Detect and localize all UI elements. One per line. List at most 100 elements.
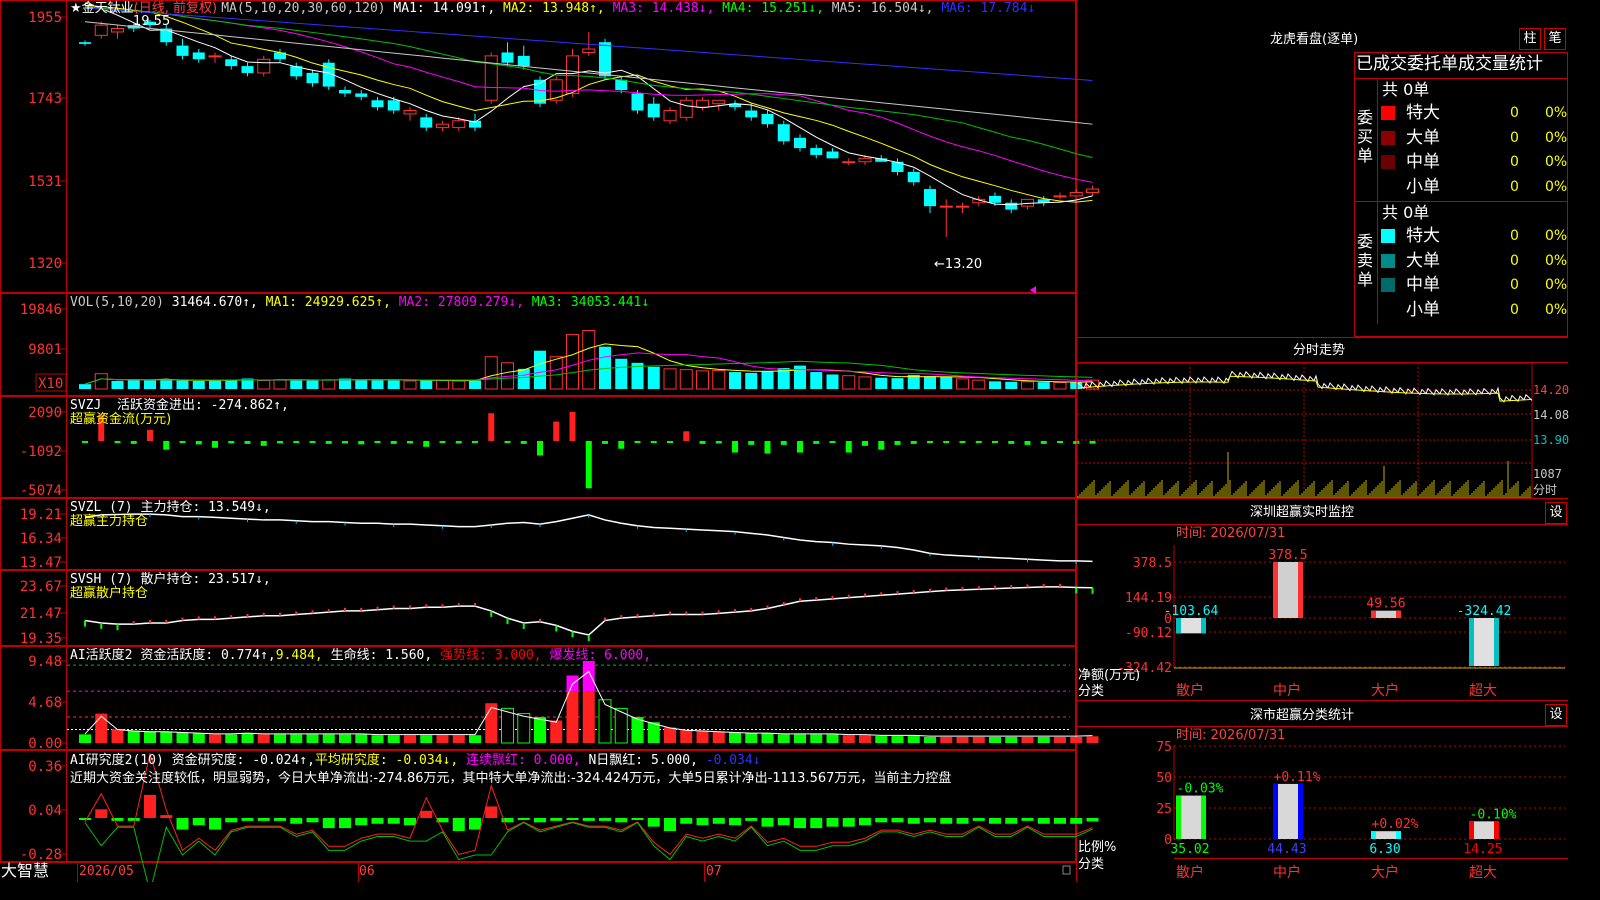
flow-bar — [1008, 441, 1015, 444]
research-bar — [924, 818, 936, 823]
ai-activity-chart: 9.48 4.68 0.00 — [28, 654, 1099, 752]
activity-bar — [306, 734, 319, 743]
flow-bar — [342, 441, 348, 444]
activity-bar — [355, 734, 368, 743]
research-bar — [1086, 818, 1099, 822]
research-bar — [534, 818, 546, 823]
activity-bar — [989, 736, 1001, 743]
tick-mode-button[interactable]: 笔 — [1544, 28, 1566, 50]
intraday-chart[interactable] — [1076, 362, 1533, 499]
mon-category-label: 中户 — [1273, 682, 1301, 699]
svsh-title: SVSH (7) 散户持仓: 23.517↓, — [70, 572, 271, 587]
y-tick-label: 0.04 — [28, 803, 62, 819]
activity-bar — [859, 735, 871, 743]
order-count: 0 — [1510, 277, 1519, 293]
flow-bar — [1089, 441, 1096, 444]
flow-bar — [813, 441, 820, 444]
research-bar — [550, 818, 563, 821]
flow-bar — [845, 441, 852, 453]
research-bar — [875, 818, 888, 823]
ai1-title: AI活跃度2 资金活跃度: 0.774↑,9.484, 生命线: 1.560, … — [70, 648, 652, 663]
candle-body — [192, 52, 205, 60]
flow-bar — [667, 441, 673, 443]
candle-body — [452, 120, 466, 129]
volume-bar — [322, 379, 336, 390]
candle-body — [208, 55, 222, 58]
candle-body — [566, 55, 579, 94]
flow-bar — [618, 441, 625, 449]
cat-value-label: 14.25 — [1463, 842, 1502, 857]
mon-bar-edge — [1371, 610, 1376, 618]
intraday-title[interactable]: 分时走势 — [1293, 343, 1345, 358]
order-percent: 0% — [1545, 105, 1568, 121]
category-settings-button[interactable]: 设 — [1545, 704, 1567, 726]
volume-bar — [875, 377, 888, 389]
research-bar — [274, 818, 286, 821]
date-label: 2026/05 — [79, 864, 134, 879]
tab-bar: 已成交 委托单 成交量统计 — [1356, 52, 1543, 76]
activity-bar — [972, 736, 985, 743]
volume-bar — [858, 376, 872, 390]
candle-body — [615, 79, 628, 91]
cat-bar-edge — [1396, 831, 1401, 839]
mon-bar-group — [1176, 618, 1206, 634]
cat-category-label: 散户 — [1176, 864, 1204, 881]
candle-body — [924, 189, 936, 207]
volume-bar — [225, 380, 238, 389]
y-tick-label: 23.67 — [20, 579, 62, 595]
activity-bar — [631, 717, 644, 743]
order-count: 0 — [1510, 178, 1519, 195]
ma-value: MA3: 14.438↓, — [612, 1, 723, 16]
volume-bar — [729, 372, 741, 389]
order-percent: 0% — [1545, 277, 1568, 293]
activity-bar — [680, 730, 693, 743]
activity-bar — [127, 730, 140, 743]
research-bar — [339, 818, 351, 829]
main-chart-area[interactable]: 1955 1743 1531 1320 19846 9801 X10 2090 -1092 -… — [0, 0, 1568, 882]
volume-bar — [712, 369, 726, 390]
research-bar — [631, 818, 644, 820]
volume-bar — [1021, 381, 1034, 390]
stock-name: 金天钛业 — [81, 1, 134, 16]
activity-bar — [712, 731, 725, 743]
tab-volume-stats[interactable]: 成交量统计 — [1458, 52, 1543, 76]
tab-orders[interactable]: 委托单 — [1407, 52, 1458, 76]
monitor-settings-button[interactable]: 设 — [1545, 502, 1567, 524]
cat-category-label: 大户 — [1371, 864, 1399, 881]
volume-bar — [469, 380, 481, 389]
candlestick-chart[interactable]: 1955 1743 1531 1320 — [28, 2, 1099, 294]
activity-bar — [517, 713, 531, 744]
cat-bar-edge — [1298, 783, 1303, 839]
flow-bar — [650, 441, 657, 443]
research-bar — [79, 818, 91, 820]
legend-swatch — [1381, 253, 1395, 268]
mon-category-label: 散户 — [1176, 682, 1204, 699]
flow-bar — [634, 441, 641, 443]
volume-bar — [484, 356, 498, 390]
flow-bar — [780, 441, 787, 445]
tab-filled[interactable]: 已成交 — [1356, 52, 1407, 76]
candle-body — [79, 42, 91, 44]
star-icon[interactable]: ★ — [70, 1, 82, 16]
volume-bar — [891, 378, 904, 389]
research-bar — [192, 818, 205, 826]
research-bar — [144, 794, 156, 818]
activity-bar — [111, 729, 124, 743]
ma-value: MA5: 16.504↓, — [831, 1, 942, 16]
vol-value: MA1: 24929.625↑, — [265, 295, 399, 310]
flow-bar — [260, 441, 267, 446]
y-tick-label: 21.47 — [20, 606, 62, 622]
activity-bar — [436, 735, 449, 743]
volume-bar — [403, 380, 417, 390]
flow-bar — [228, 441, 235, 444]
flow-bar — [277, 441, 283, 444]
activity-bar — [777, 734, 790, 743]
activity-bar — [794, 734, 806, 743]
svzj-title: SVZJ 活跃资金进出: -274.862↑, — [70, 398, 289, 413]
research-bar — [647, 818, 660, 827]
brand-logo: 大智慧 — [1, 861, 50, 880]
activity-bar — [1070, 736, 1083, 743]
ma-value: MA4: 15.251↓, — [722, 1, 832, 16]
flow-bar — [1024, 441, 1031, 445]
bar-mode-button[interactable]: 柱 — [1519, 28, 1541, 50]
